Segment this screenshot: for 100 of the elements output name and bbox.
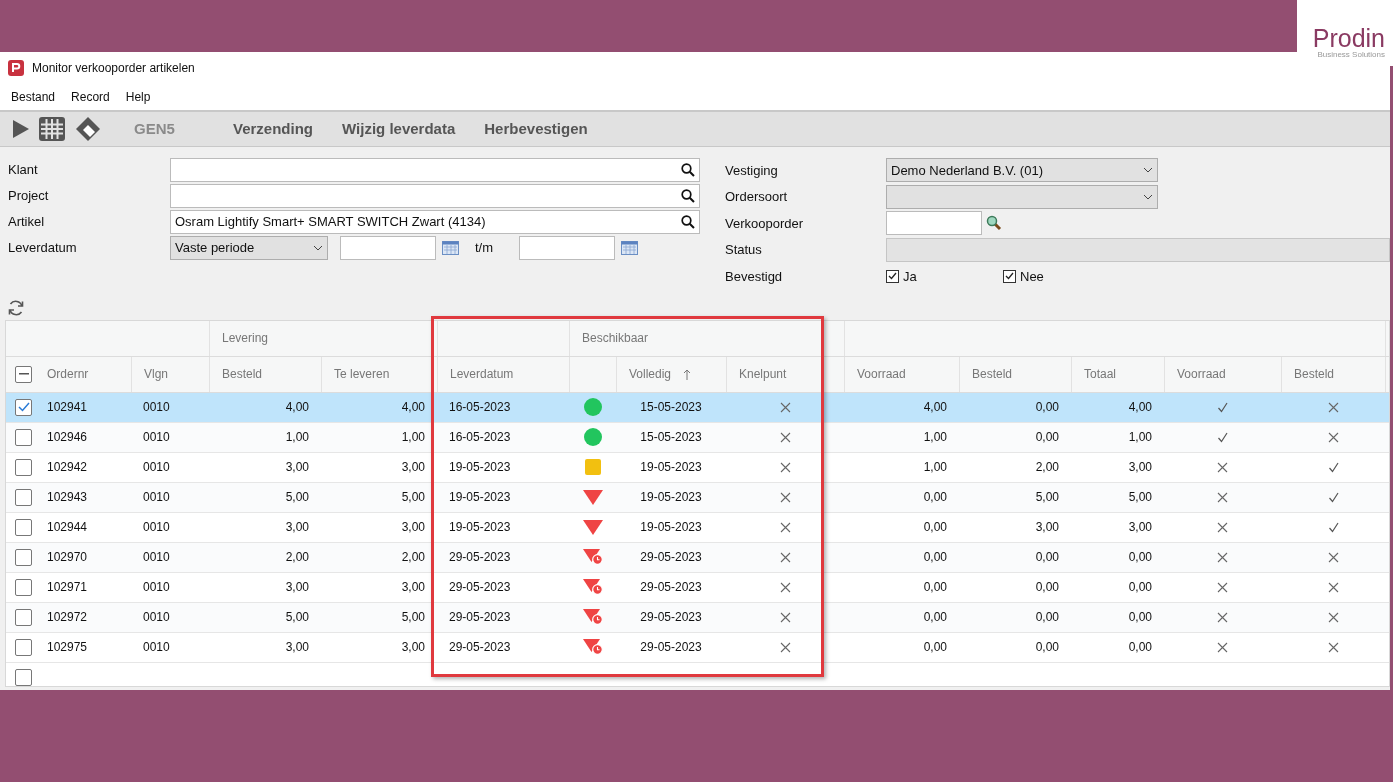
table-cell-text: 5,00 (285, 609, 309, 626)
checkmark-icon (1217, 431, 1228, 443)
cross-icon (779, 401, 791, 413)
caret-icon (313, 245, 323, 251)
column-header[interactable]: Besteld (209, 356, 321, 392)
field-label: Artikel (8, 213, 46, 232)
column-header[interactable]: Vlgn (131, 356, 209, 392)
cross-icon (1328, 401, 1339, 413)
table-row[interactable]: 102946 0010 1,00 1,00 16-05-2023 15-05-2023 1,00 0,00 1,00 (6, 422, 1389, 453)
checkbox[interactable] (15, 578, 32, 596)
table-cell-text: 4,00 (401, 399, 425, 416)
field-label: Verkooporder (725, 214, 805, 233)
column-header[interactable]: Te leveren (321, 356, 437, 392)
table-row[interactable]: 102972 0010 5,00 5,00 29-05-2023 29-05-2023 0,00 0,00 0,00 (6, 602, 1389, 633)
table-cell-text: 15-05-2023 (640, 429, 702, 446)
dropdown[interactable]: Demo Nederland B.V. (01) (886, 158, 1158, 183)
checkbox[interactable] (15, 398, 32, 416)
date-field[interactable] (519, 236, 615, 260)
period-select[interactable]: Vaste periode (170, 236, 328, 260)
table-cell-text: 16-05-2023 (449, 399, 511, 416)
checkbox[interactable] (15, 548, 32, 566)
table-cell-text: 29-05-2023 (640, 639, 702, 656)
table-cell-text: 2,00 (401, 549, 425, 566)
calendar-icon[interactable] (621, 241, 638, 255)
field-label: Bevestigd (725, 267, 784, 286)
sort-arrow-icon (683, 368, 692, 380)
column-header[interactable]: Voorraad (844, 356, 959, 392)
play-icon[interactable] (12, 119, 30, 139)
table-cell-text: 0,00 (923, 489, 947, 506)
menu-item[interactable]: Help (117, 88, 159, 106)
checkbox[interactable] (1003, 269, 1016, 283)
checkbox[interactable] (15, 608, 32, 626)
lookup-field[interactable] (170, 184, 700, 208)
search-icon[interactable] (681, 189, 695, 203)
column-header[interactable]: Knelpunt (726, 356, 844, 392)
toolbar-button[interactable]: Verzending (233, 117, 314, 141)
search-icon[interactable] (681, 215, 695, 229)
order-field[interactable] (886, 211, 982, 236)
lookup-field[interactable] (170, 158, 700, 182)
menu-item[interactable]: Record (63, 88, 118, 106)
checkbox[interactable] (15, 668, 32, 686)
table-cell-text: 0,00 (1128, 639, 1152, 656)
checkbox[interactable] (15, 488, 32, 506)
table-row[interactable]: 102970 0010 2,00 2,00 29-05-2023 29-05-2023 0,00 0,00 0,00 (6, 542, 1389, 573)
cross-icon (779, 611, 791, 623)
checkbox[interactable] (15, 365, 32, 383)
table-cell-text: 0010 (143, 609, 170, 626)
field-label: Status (725, 241, 763, 259)
table-cell-text: 102971 (47, 579, 88, 596)
grid-icon[interactable] (38, 116, 66, 142)
field-label: Klant (8, 161, 39, 180)
magnifier-icon[interactable] (986, 215, 1002, 232)
refresh-icon[interactable] (7, 298, 25, 317)
table-cell-text: 102972 (47, 609, 88, 626)
caret-icon (1143, 167, 1153, 174)
cross-icon (1328, 581, 1339, 593)
checkmark-icon (1005, 272, 1014, 281)
column-header[interactable]: Besteld (1281, 356, 1386, 392)
lookup-field[interactable]: Osram Lightify Smart+ SMART SWITCH Zwart (4134) (170, 210, 700, 234)
column-header[interactable]: Volledig (616, 356, 726, 392)
table-cell-text: 3,00 (401, 519, 425, 536)
checkbox-label: Ja (903, 267, 917, 286)
checkbox[interactable] (15, 458, 32, 476)
table-cell-text: 3,00 (285, 519, 309, 536)
checkbox[interactable] (15, 518, 32, 536)
range-separator: t/m (475, 239, 495, 258)
cross-icon (1217, 611, 1228, 623)
date-field[interactable] (340, 236, 436, 260)
table-cell-text: 102941 (47, 399, 88, 416)
table-cell-text: 0,00 (923, 549, 947, 566)
table-cell-text: 0,00 (1128, 549, 1152, 566)
table-cell-text: 29-05-2023 (449, 639, 511, 656)
calendar-icon[interactable] (442, 241, 459, 255)
table-row[interactable]: 102941 0010 4,00 4,00 16-05-2023 15-05-2023 4,00 0,00 4,00 (6, 392, 1389, 423)
table-cell-text: 5,00 (401, 489, 425, 506)
checkmark-icon (888, 272, 897, 281)
column-header[interactable]: Leverdatum (437, 356, 569, 392)
column-header[interactable]: Voorraad (1164, 356, 1281, 392)
menu-item[interactable]: Bestand (3, 88, 64, 106)
table-cell-text: 5,00 (401, 609, 425, 626)
table-cell-text: 0,00 (1035, 639, 1059, 656)
field-label: Vestiging (725, 161, 779, 180)
table-cell-text: 0,00 (1035, 549, 1059, 566)
checkbox[interactable] (15, 428, 32, 446)
table-cell-text: 102944 (47, 519, 88, 536)
checkbox[interactable] (15, 638, 32, 656)
table-cell-text: 0,00 (1035, 579, 1059, 596)
cross-icon (779, 641, 791, 653)
cross-icon (779, 581, 791, 593)
checkbox[interactable] (886, 269, 899, 283)
table-row[interactable]: 102943 0010 5,00 5,00 19-05-2023 19-05-2023 0,00 5,00 5,00 (6, 482, 1389, 513)
column-header[interactable]: Besteld (959, 356, 1071, 392)
eraser-icon[interactable] (74, 115, 102, 143)
search-icon[interactable] (681, 163, 695, 177)
table-cell-text: 3,00 (401, 639, 425, 656)
column-header[interactable]: Ordernr (41, 356, 131, 392)
table-cell-text: 0010 (143, 549, 170, 566)
toolbar-button[interactable]: Wijzig leverdata (342, 117, 456, 141)
column-header[interactable]: Totaal (1071, 356, 1164, 392)
toolbar-button[interactable]: Herbevestigen (484, 117, 588, 141)
